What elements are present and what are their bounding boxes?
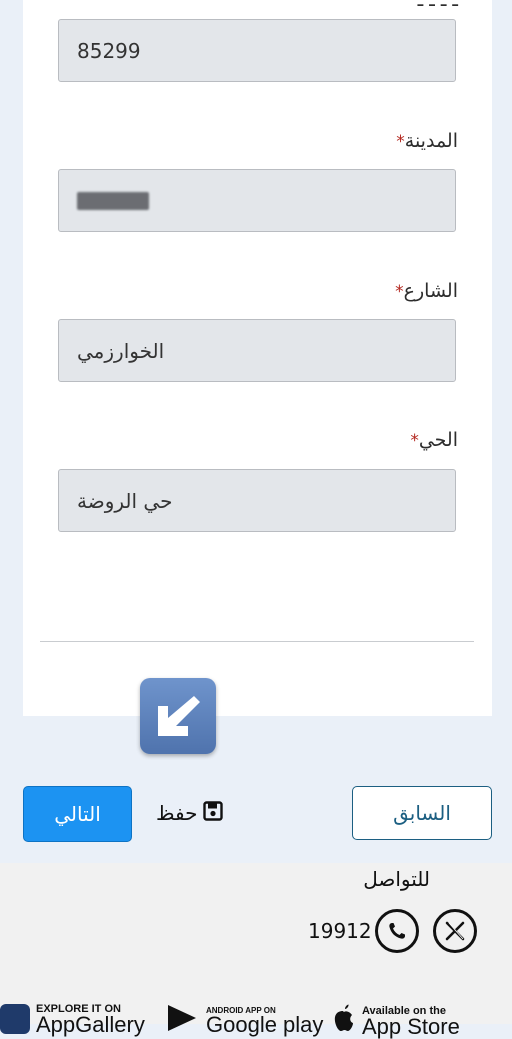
appgallery-icon: [0, 1004, 30, 1034]
form-divider: [40, 641, 474, 642]
google-play-big-text: Google play: [206, 1012, 324, 1037]
phone-icon[interactable]: [375, 909, 419, 953]
city-label-text: المدينة: [404, 130, 458, 152]
city-field[interactable]: [58, 169, 456, 232]
street-field[interactable]: الخوارزمي: [58, 319, 456, 382]
city-value-redacted: [77, 191, 149, 210]
phone-number: 19912: [308, 919, 372, 943]
postal-code-label-cutoff: ـ ـ ـ ـ: [417, 0, 458, 11]
app-store-big-text: App Store: [362, 1013, 460, 1039]
google-play-badge[interactable]: ANDROID APP ON Google play: [166, 1003, 323, 1038]
next-button[interactable]: التالي: [23, 786, 132, 842]
x-logo-icon[interactable]: [433, 909, 477, 953]
street-label: الشارع*: [391, 280, 458, 302]
district-value: حي الروضة: [77, 488, 173, 513]
google-play-icon: [166, 1003, 200, 1038]
footer: للتواصل 19912 EXPLORE IT ON AppGallery A…: [0, 863, 512, 1037]
appgallery-badge[interactable]: EXPLORE IT ON AppGallery: [0, 1003, 145, 1037]
district-field[interactable]: حي الروضة: [58, 469, 456, 532]
save-icon: [203, 800, 224, 826]
apple-icon: [330, 1003, 356, 1038]
city-label: المدينة*: [392, 130, 458, 152]
postal-code-value: 85299: [77, 38, 141, 63]
save-button[interactable]: حفظ: [156, 796, 224, 830]
street-value: الخوارزمي: [77, 338, 165, 363]
street-label-text: الشارع: [403, 280, 458, 302]
next-button-label: التالي: [54, 802, 101, 826]
postal-code-field[interactable]: 85299: [58, 19, 456, 82]
save-button-label: حفظ: [156, 801, 198, 825]
district-label-text: الحي: [418, 429, 458, 451]
app-store-badge[interactable]: Available on the App Store: [330, 1003, 460, 1038]
arrow-down-left-icon: [140, 678, 216, 754]
district-required-mark: *: [410, 431, 419, 451]
district-label: الحي*: [406, 429, 458, 451]
contact-title: للتواصل: [363, 867, 430, 891]
previous-button[interactable]: السابق: [352, 786, 492, 840]
appgallery-big-text: AppGallery: [36, 1012, 145, 1037]
city-required-mark: *: [396, 132, 405, 152]
street-required-mark: *: [395, 282, 404, 302]
previous-button-label: السابق: [393, 801, 451, 825]
